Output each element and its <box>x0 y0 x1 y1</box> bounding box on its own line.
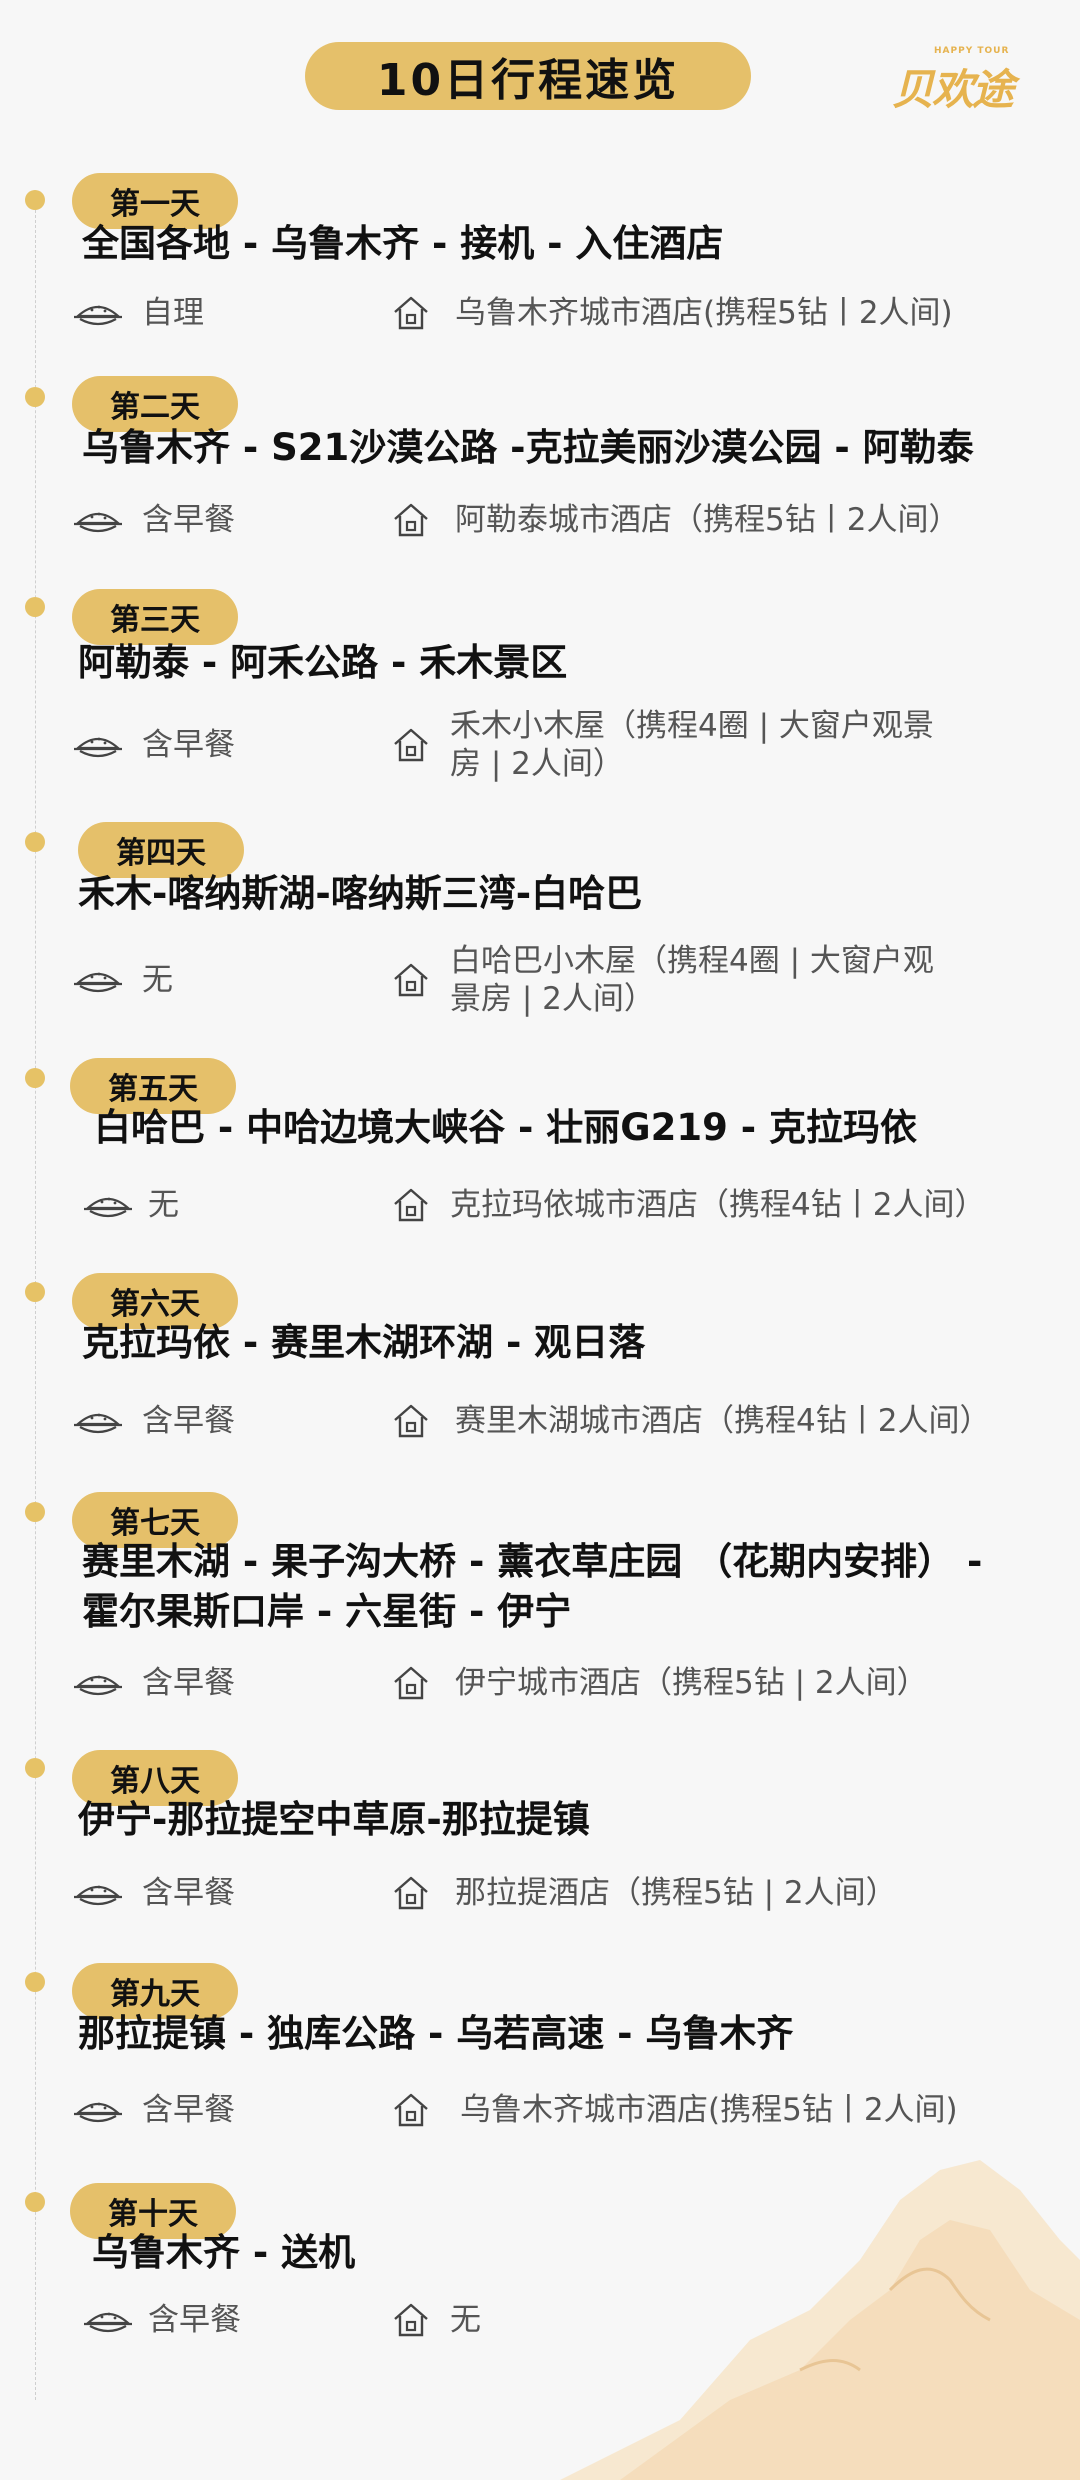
route-line: 赛里木湖 - 果子沟大桥 - 薰衣草庄园 （花期内安排） - <box>82 1540 983 1583</box>
house-icon <box>392 1187 430 1223</box>
timeline-dot-icon <box>25 1502 45 1522</box>
mountain-decoration <box>560 2160 1080 2480</box>
house-icon <box>392 727 430 763</box>
timeline-dot-icon <box>25 387 45 407</box>
route-line: 乌鲁木齐 - 送机 <box>92 2231 356 2274</box>
hotel-info: 乌鲁木齐城市酒店(携程5钻丨2人间) <box>455 295 953 331</box>
rice-bowl-icon <box>72 503 124 537</box>
hotel-info: 白哈巴小木屋（携程4圈 | 大窗户观 <box>450 943 934 979</box>
rice-bowl-icon <box>82 1188 134 1222</box>
house-icon <box>392 962 430 998</box>
route-line: 阿勒泰 - 阿禾公路 - 禾木景区 <box>78 641 568 684</box>
meal-info: 含早餐 <box>148 2302 241 2338</box>
hotel-info: 阿勒泰城市酒店（携程5钻丨2人间） <box>455 502 960 538</box>
timeline-dot-icon <box>25 190 45 210</box>
meal-info: 无 <box>142 962 173 998</box>
house-icon <box>392 2092 430 2128</box>
rice-bowl-icon <box>72 296 124 330</box>
page-title: 10日行程速览 <box>305 42 751 110</box>
house-icon <box>392 295 430 331</box>
route-line: 禾木-喀纳斯湖-喀纳斯三湾-白哈巴 <box>78 872 643 915</box>
day-label-badge: 第三天 <box>72 589 238 645</box>
route-line: 那拉提镇 - 独库公路 - 乌若高速 - 乌鲁木齐 <box>78 2012 794 2055</box>
house-icon <box>392 2302 430 2338</box>
route-line: 全国各地 - 乌鲁木齐 - 接机 - 入住酒店 <box>82 222 724 265</box>
hotel-info: 克拉玛依城市酒店（携程4钻丨2人间） <box>450 1187 986 1223</box>
hotel-info: 禾木小木屋（携程4圈 | 大窗户观景 <box>450 708 934 744</box>
timeline-dot-icon <box>25 1972 45 1992</box>
house-icon <box>392 1665 430 1701</box>
logo-subtitle: HAPPY TOUR <box>934 46 1010 56</box>
meal-info: 无 <box>148 1187 179 1223</box>
meal-info: 自理 <box>142 295 204 331</box>
meal-info: 含早餐 <box>142 1875 235 1911</box>
hotel-info: 伊宁城市酒店（携程5钻 | 2人间） <box>455 1665 928 1701</box>
hotel-info: 赛里木湖城市酒店（携程4钻丨2人间） <box>455 1403 991 1439</box>
rice-bowl-icon <box>72 963 124 997</box>
timeline-dot-icon <box>25 832 45 852</box>
house-icon <box>392 502 430 538</box>
rice-bowl-icon <box>82 2303 134 2337</box>
route-line: 克拉玛依 - 赛里木湖环湖 - 观日落 <box>82 1321 646 1364</box>
timeline-dot-icon <box>25 1282 45 1302</box>
route-line: 乌鲁木齐 - S21沙漠公路 -克拉美丽沙漠公园 - 阿勒泰 <box>82 426 974 469</box>
timeline-dot-icon <box>25 2192 45 2212</box>
rice-bowl-icon <box>72 1876 124 1910</box>
hotel-info: 那拉提酒店（携程5钻 | 2人间） <box>455 1875 897 1911</box>
rice-bowl-icon <box>72 1404 124 1438</box>
timeline-dot-icon <box>25 1758 45 1778</box>
logo-text: 贝欢途 <box>892 65 1014 114</box>
rice-bowl-icon <box>72 1666 124 1700</box>
hotel-info: 房 | 2人间） <box>450 746 624 782</box>
timeline-dot-icon <box>25 1068 45 1088</box>
hotel-info: 乌鲁木齐城市酒店(携程5钻丨2人间) <box>460 2092 958 2128</box>
hotel-info: 景房 | 2人间） <box>450 981 655 1017</box>
brand-logo: HAPPY TOUR 贝欢途 <box>892 40 1014 114</box>
hotel-info: 无 <box>450 2302 481 2338</box>
route-line: 霍尔果斯口岸 - 六星街 - 伊宁 <box>82 1590 572 1633</box>
meal-info: 含早餐 <box>142 1665 235 1701</box>
meal-info: 含早餐 <box>142 1403 235 1439</box>
route-line: 白哈巴 - 中哈边境大峡谷 - 壮丽G219 - 克拉玛依 <box>94 1106 917 1149</box>
rice-bowl-icon <box>72 2093 124 2127</box>
meal-info: 含早餐 <box>142 502 235 538</box>
meal-info: 含早餐 <box>142 2092 235 2128</box>
meal-info: 含早餐 <box>142 727 235 763</box>
route-line: 伊宁-那拉提空中草原-那拉提镇 <box>78 1798 590 1841</box>
house-icon <box>392 1403 430 1439</box>
rice-bowl-icon <box>72 728 124 762</box>
timeline-dot-icon <box>25 597 45 617</box>
house-icon <box>392 1875 430 1911</box>
